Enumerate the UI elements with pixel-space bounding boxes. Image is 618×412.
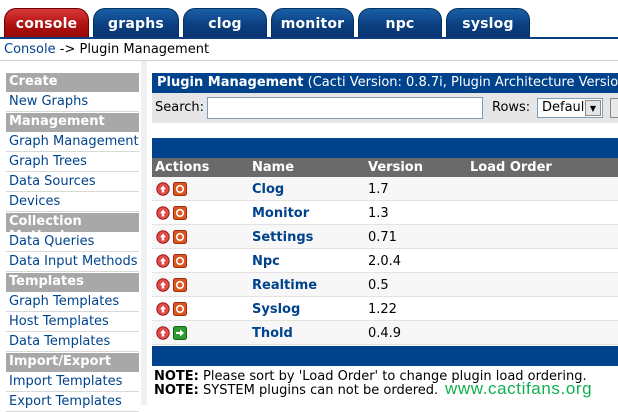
plugin-name-link[interactable]: Realtime xyxy=(252,278,317,293)
sidebar-item-new-graphs[interactable]: New Graphs xyxy=(6,93,139,112)
disable-icon[interactable] xyxy=(173,302,187,316)
uninstall-icon[interactable] xyxy=(156,254,170,268)
main-content: Plugin Management (Cacti Version: 0.8.7i… xyxy=(148,61,618,405)
table-header: Actions Name Version Load Order xyxy=(152,158,618,177)
tab-console[interactable]: console xyxy=(4,8,89,38)
plugin-name-link[interactable]: Clog xyxy=(252,182,284,197)
sidebar-item-host-templates[interactable]: Host Templates xyxy=(6,313,139,332)
rows-select-value: Default xyxy=(542,100,590,115)
breadcrumb: Console -> Plugin Management xyxy=(0,39,618,61)
sidebar-item-data-queries[interactable]: Data Queries xyxy=(6,233,139,252)
rows-select[interactable]: Default ▼ xyxy=(537,98,603,118)
sidebar-item-data-templates[interactable]: Data Templates xyxy=(6,333,139,352)
table-footer-bar xyxy=(152,346,618,366)
sidebar-item-export-templates[interactable]: Export Templates xyxy=(6,393,139,412)
uninstall-icon[interactable] xyxy=(156,326,170,340)
tab-syslog[interactable]: syslog xyxy=(446,8,530,38)
sidebar-header-templates: Templates xyxy=(6,273,139,292)
search-input[interactable] xyxy=(207,97,483,119)
table-row: Monitor 1.3 xyxy=(152,201,618,225)
watermark: www.cactifans.org xyxy=(445,379,593,398)
plugin-name-link[interactable]: Monitor xyxy=(252,206,309,221)
header-version[interactable]: Version xyxy=(368,160,423,175)
panel-title-version: (Cacti Version: 0.8.7i, Plugin Architect… xyxy=(307,75,618,90)
filter-bar: Search: Rows: Default ▼ xyxy=(152,93,618,123)
header-actions[interactable]: Actions xyxy=(155,160,209,175)
sidebar: Create New Graphs Management Graph Manag… xyxy=(0,61,147,412)
sidebar-item-devices[interactable]: Devices xyxy=(6,193,139,212)
plugin-name-link[interactable]: Syslog xyxy=(252,302,300,317)
plugin-version: 1.22 xyxy=(368,302,397,317)
breadcrumb-separator: -> xyxy=(59,42,76,57)
table-row: Clog 1.7 xyxy=(152,177,618,201)
uninstall-icon[interactable] xyxy=(156,278,170,292)
plugin-version: 0.4.9 xyxy=(368,326,402,341)
sidebar-header-create: Create xyxy=(6,73,139,92)
tab-monitor[interactable]: monitor xyxy=(271,8,354,38)
plugin-version: 2.0.4 xyxy=(368,254,402,269)
table-row: Settings 0.71 xyxy=(152,225,618,249)
disable-icon[interactable] xyxy=(173,254,187,268)
sidebar-item-graph-templates[interactable]: Graph Templates xyxy=(6,293,139,312)
tab-clog[interactable]: clog xyxy=(183,8,267,38)
note-system-plugins: NOTE: SYSTEM plugins can not be ordered. xyxy=(154,383,438,398)
table-row: Npc 2.0.4 xyxy=(152,249,618,273)
uninstall-icon[interactable] xyxy=(156,230,170,244)
top-tab-bar: console graphs clog monitor npc syslog xyxy=(0,0,618,38)
note-prefix: NOTE: xyxy=(154,369,199,384)
sidebar-header-management: Management xyxy=(6,113,139,132)
plugin-version: 0.71 xyxy=(368,230,397,245)
tab-npc[interactable]: npc xyxy=(358,8,442,38)
note-prefix: NOTE: xyxy=(154,383,199,398)
tab-graphs[interactable]: graphs xyxy=(93,8,179,38)
header-load-order[interactable]: Load Order xyxy=(470,160,552,175)
sidebar-header-import-export: Import/Export xyxy=(6,353,139,372)
disable-icon[interactable] xyxy=(173,182,187,196)
note-text: SYSTEM plugins can not be ordered. xyxy=(198,383,439,398)
plugin-name-link[interactable]: Thold xyxy=(252,326,293,341)
disable-icon[interactable] xyxy=(173,206,187,220)
plugin-version: 0.5 xyxy=(368,278,389,293)
panel-title: Plugin Management (Cacti Version: 0.8.7i… xyxy=(152,73,618,93)
plugin-name-link[interactable]: Settings xyxy=(252,230,313,245)
sidebar-item-data-input-methods[interactable]: Data Input Methods xyxy=(6,253,139,272)
sidebar-header-collection-methods: Collection Methods xyxy=(6,213,139,244)
plugin-version: 1.3 xyxy=(368,206,389,221)
disable-icon[interactable] xyxy=(173,230,187,244)
header-name[interactable]: Name xyxy=(252,160,294,175)
uninstall-icon[interactable] xyxy=(156,206,170,220)
breadcrumb-console-link[interactable]: Console xyxy=(4,42,56,57)
plugin-version: 1.7 xyxy=(368,182,389,197)
uninstall-icon[interactable] xyxy=(156,182,170,196)
rows-label: Rows: xyxy=(492,100,531,115)
table-row: Realtime 0.5 xyxy=(152,273,618,297)
disable-icon[interactable] xyxy=(173,278,187,292)
breadcrumb-current: Plugin Management xyxy=(79,42,210,57)
enable-icon[interactable] xyxy=(173,326,187,340)
search-label: Search: xyxy=(155,100,205,115)
uninstall-icon[interactable] xyxy=(156,302,170,316)
plugin-name-link[interactable]: Npc xyxy=(252,254,280,269)
go-button[interactable] xyxy=(610,98,618,118)
table-row: Syslog 1.22 xyxy=(152,297,618,321)
sidebar-item-data-sources[interactable]: Data Sources xyxy=(6,173,139,192)
table-nav-bar xyxy=(152,138,618,158)
table-row: Thold 0.4.9 xyxy=(152,321,618,345)
sidebar-item-import-templates[interactable]: Import Templates xyxy=(6,373,139,392)
chevron-down-icon[interactable]: ▼ xyxy=(585,100,601,116)
sidebar-item-graph-management[interactable]: Graph Management xyxy=(6,133,139,152)
sidebar-item-graph-trees[interactable]: Graph Trees xyxy=(6,153,139,172)
panel-title-bold: Plugin Management xyxy=(157,75,304,90)
